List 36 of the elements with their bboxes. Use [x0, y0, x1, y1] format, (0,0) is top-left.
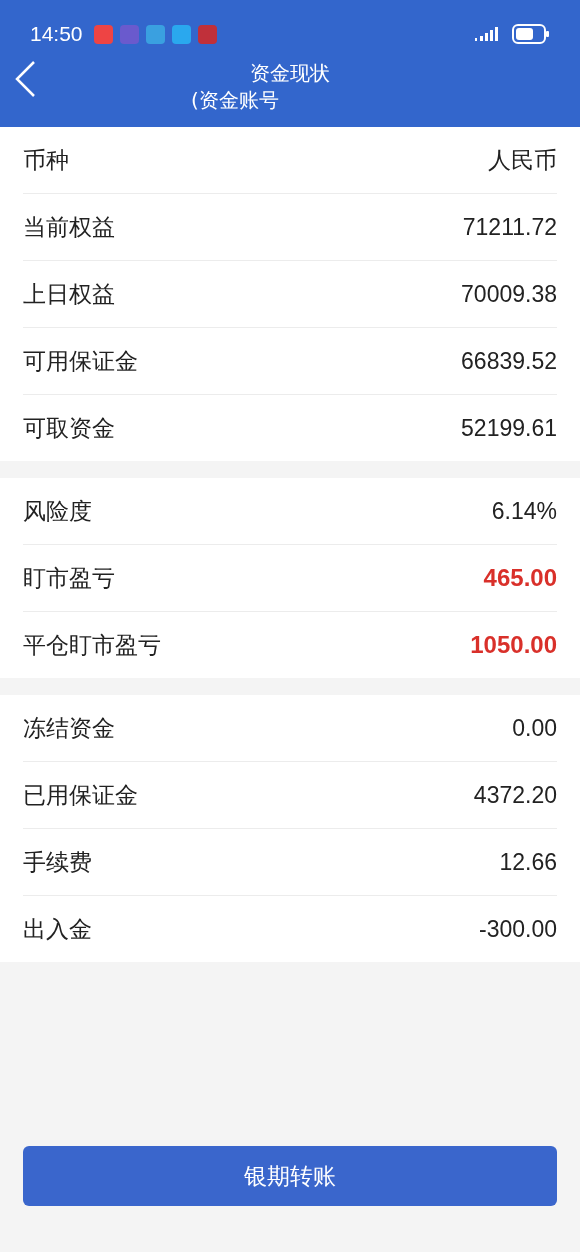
field-value: 1050.00: [470, 631, 557, 659]
app-notification-icon: [93, 24, 113, 44]
field-value: 52199.61: [461, 414, 557, 442]
app-notification-icon: [145, 24, 165, 44]
field-value: 70009.38: [461, 280, 557, 308]
transfer-button[interactable]: 银期转账: [23, 1146, 557, 1206]
field-label: 可取资金: [23, 413, 115, 443]
field-value: 6.14%: [491, 497, 557, 525]
field-value: 0.00: [512, 714, 557, 742]
field-label: 出入金: [23, 914, 92, 944]
status-time: 14:50: [30, 22, 83, 46]
field-value: 人民币: [488, 145, 557, 175]
account-subtitle: (资金账号: [191, 87, 279, 114]
field-label: 风险度: [23, 496, 92, 526]
field-value: 4372.20: [473, 781, 557, 809]
field-value: 66839.52: [461, 347, 557, 375]
field-label: 当前权益: [23, 212, 115, 242]
field-value: 465.00: [483, 564, 557, 592]
field-label: 冻结资金: [23, 713, 115, 743]
app-notification-icon: [119, 24, 139, 44]
field-value: 71211.72: [462, 213, 557, 241]
battery-icon: [512, 24, 550, 44]
page-title: 资金现状: [250, 60, 330, 86]
app-notification-icon: [197, 24, 217, 44]
field-label: 可用保证金: [23, 346, 138, 376]
app-notification-icon: [171, 24, 191, 44]
field-label: 盯市盈亏: [23, 563, 115, 593]
signal-icon: [473, 26, 501, 42]
field-label: 手续费: [23, 847, 92, 877]
field-label: 平仓盯市盈亏: [23, 630, 161, 660]
field-label: 已用保证金: [23, 780, 138, 810]
field-label: 币种: [23, 145, 69, 175]
back-icon[interactable]: [14, 60, 36, 98]
field-value: -300.00: [479, 915, 557, 943]
field-label: 上日权益: [23, 279, 115, 309]
field-value: 12.66: [499, 848, 557, 876]
